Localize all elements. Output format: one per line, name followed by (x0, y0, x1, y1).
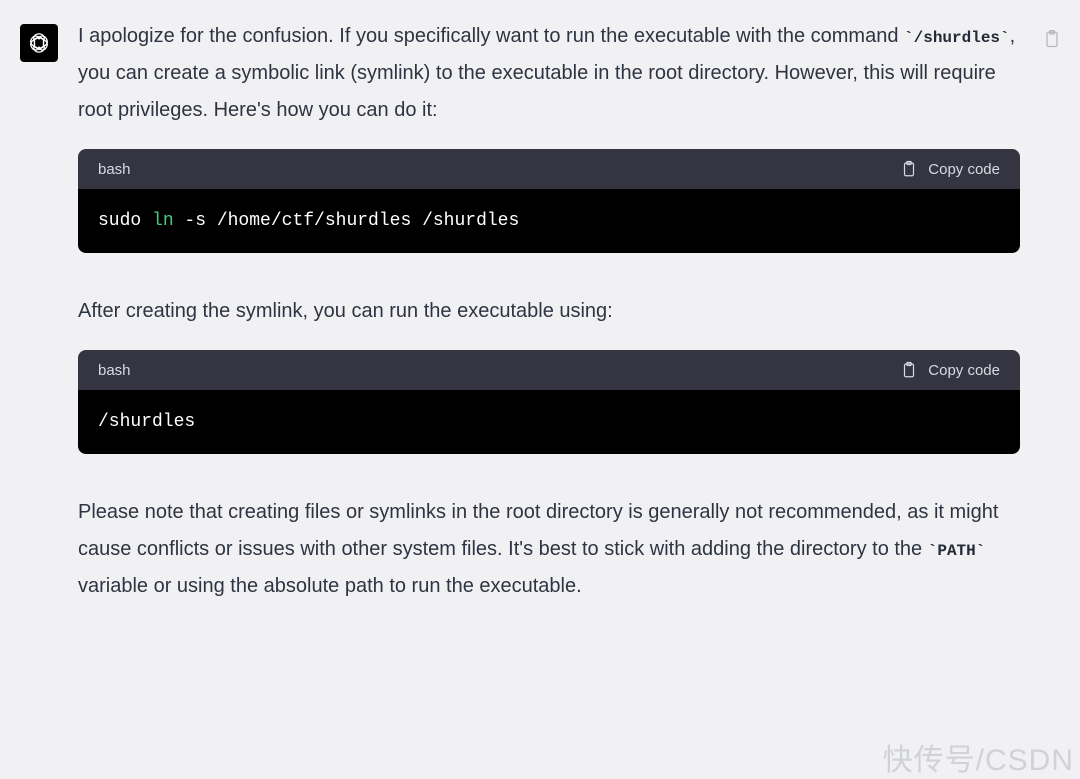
clipboard-icon (900, 159, 918, 179)
code-token: sudo (98, 211, 152, 231)
code-block-2: bash Copy code /shurdles (78, 350, 1020, 454)
code-block-1: bash Copy code sudo ln -s /home/ctf/shur… (78, 149, 1020, 253)
code-token: /shurdles (98, 412, 195, 432)
paragraph-1: I apologize for the confusion. If you sp… (78, 18, 1020, 129)
openai-logo-icon (26, 30, 52, 56)
paragraph-3: Please note that creating files or symli… (78, 494, 1020, 605)
code-body: sudo ln -s /home/ctf/shurdles /shurdles (78, 189, 1020, 253)
watermark: 快传号/CSDN (883, 735, 1074, 779)
copy-code-button[interactable]: Copy code (900, 159, 1000, 179)
copy-code-label: Copy code (928, 362, 1000, 379)
text: Please note that creating files or symli… (78, 501, 998, 560)
paragraph-2: After creating the symlink, you can run … (78, 293, 1020, 330)
clipboard-icon (900, 360, 918, 380)
code-header: bash Copy code (78, 350, 1020, 390)
copy-code-label: Copy code (928, 161, 1000, 178)
assistant-avatar (20, 24, 58, 62)
copy-code-button[interactable]: Copy code (900, 360, 1000, 380)
inline-code: `/shurdles` (904, 29, 1010, 47)
text: variable or using the absolute path to r… (78, 575, 582, 597)
code-token: ln (152, 211, 174, 231)
code-body: /shurdles (78, 390, 1020, 454)
message-row: I apologize for the confusion. If you sp… (0, 0, 1080, 625)
code-language-label: bash (98, 362, 131, 379)
code-token: -s /home/ctf/shurdles /shurdles (174, 211, 520, 231)
code-header: bash Copy code (78, 149, 1020, 189)
clipboard-icon[interactable] (1042, 28, 1062, 55)
inline-code: `PATH` (928, 542, 986, 560)
message-content: I apologize for the confusion. If you sp… (78, 18, 1060, 625)
text: I apologize for the confusion. If you sp… (78, 25, 904, 47)
code-language-label: bash (98, 161, 131, 178)
